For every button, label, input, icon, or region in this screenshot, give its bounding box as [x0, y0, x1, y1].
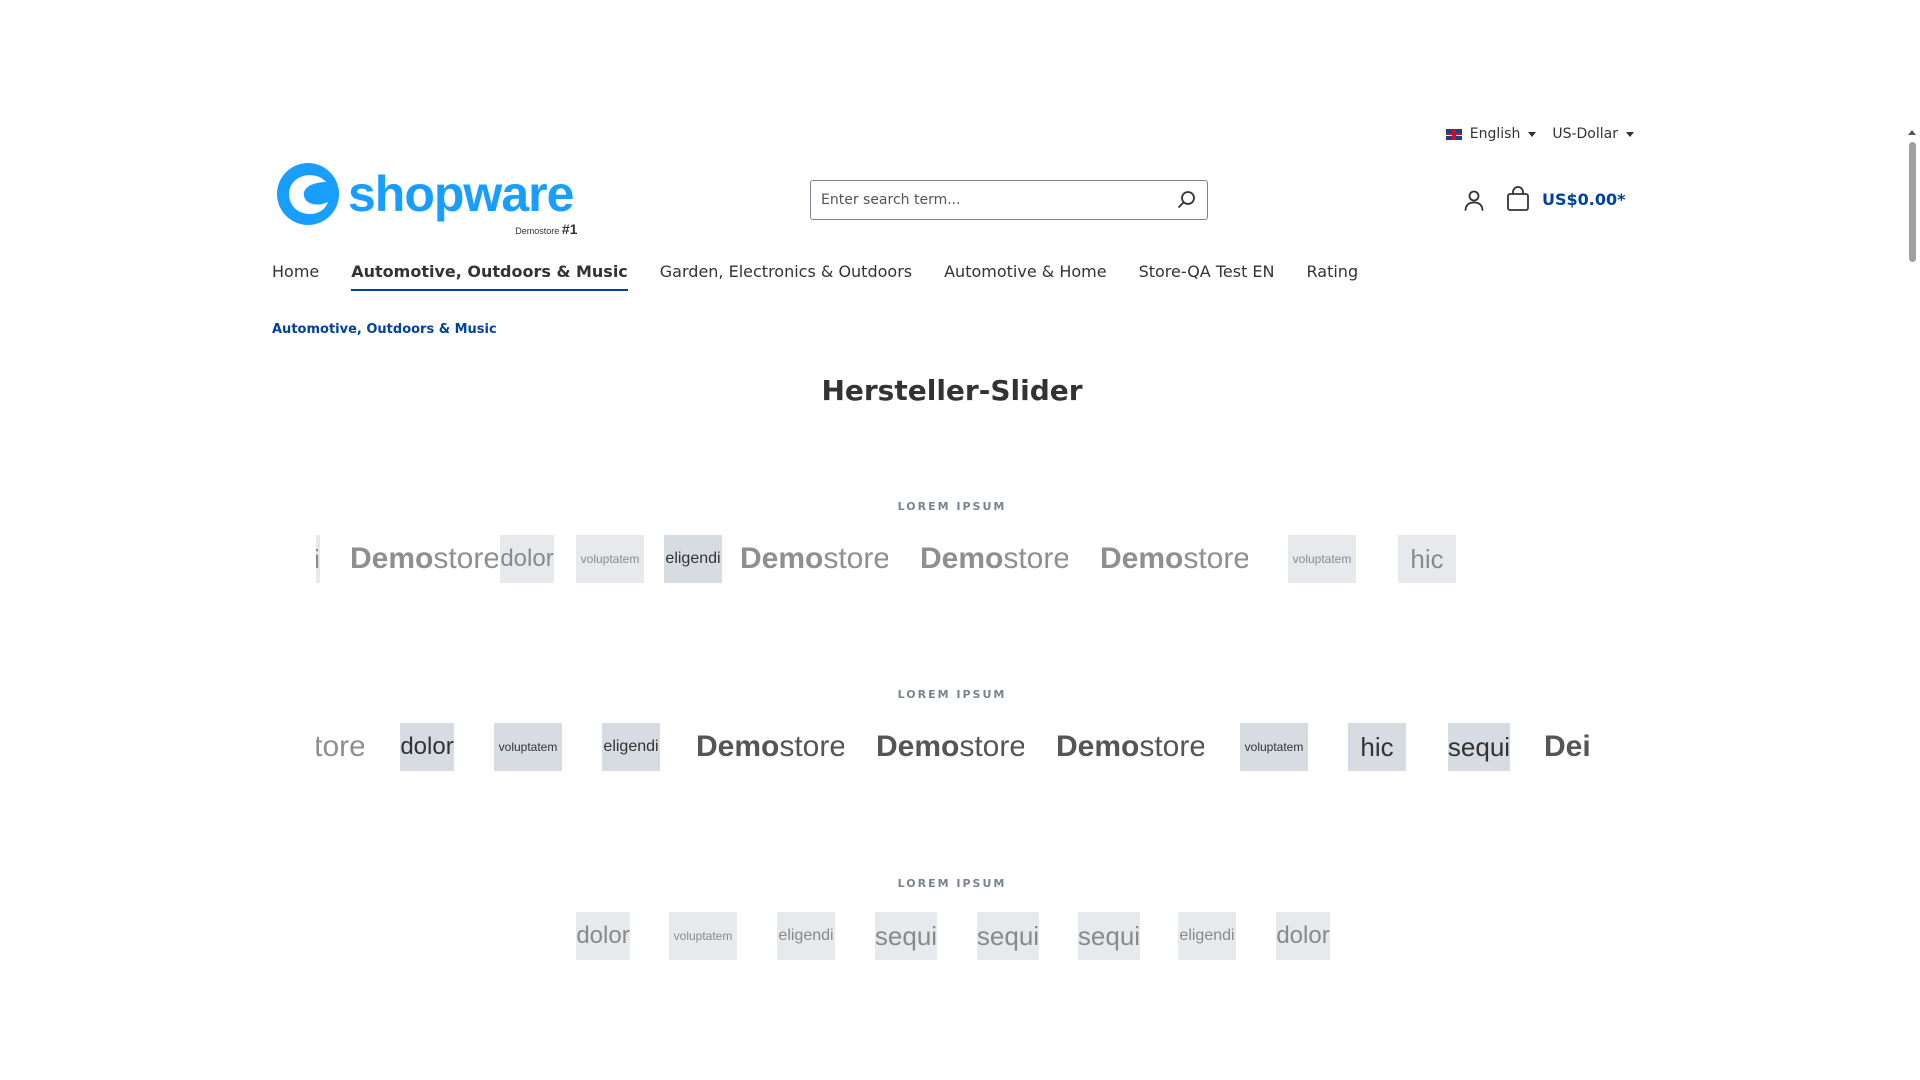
- page-scrollbar[interactable]: [1906, 130, 1918, 1080]
- manufacturer-logo[interactable]: Demostore: [352, 535, 498, 583]
- slider-title: LOREM IPSUM: [897, 877, 1007, 890]
- search-input[interactable]: [811, 181, 1167, 219]
- account-button[interactable]: [1462, 188, 1486, 212]
- manufacturer-slider-2: tore dolor voluptatem eligendi Demostore…: [316, 723, 1590, 771]
- manufacturer-logo[interactable]: Demostore: [698, 723, 844, 771]
- uk-flag-icon: [1445, 128, 1462, 140]
- logo-subtitle: Demostore: [515, 226, 560, 236]
- manufacturer-logo[interactable]: sequi: [977, 912, 1039, 960]
- logo-wordmark: shopware: [348, 166, 574, 222]
- manufacturer-logo[interactable]: dolor: [1276, 912, 1330, 960]
- manufacturer-logo[interactable]: dolor: [500, 535, 554, 583]
- cart-button[interactable]: US$0.00*: [1506, 186, 1626, 212]
- breadcrumb[interactable]: Automotive, Outdoors & Music: [272, 322, 497, 337]
- nav-item-automotive-home[interactable]: Automotive & Home: [944, 262, 1106, 291]
- logo-badge: #1: [561, 221, 578, 237]
- manufacturer-logo[interactable]: Demostore: [922, 535, 1068, 583]
- manufacturer-logo[interactable]: sequi: [1448, 723, 1510, 771]
- manufacturer-logo[interactable]: sequi: [1078, 912, 1140, 960]
- main-navigation: Home Automotive, Outdoors & Music Garden…: [272, 262, 1358, 291]
- manufacturer-logo[interactable]: eligendi: [602, 723, 660, 771]
- manufacturer-logo[interactable]: Demostore: [1058, 723, 1204, 771]
- nav-item-rating[interactable]: Rating: [1307, 262, 1359, 291]
- language-label: English: [1469, 126, 1521, 142]
- language-dropdown[interactable]: English: [1445, 126, 1537, 142]
- nav-item-home[interactable]: Home: [272, 262, 319, 291]
- search-icon: [1178, 191, 1195, 208]
- shopping-bag-icon: [1507, 186, 1529, 211]
- search-form: [810, 180, 1208, 220]
- scroll-up-arrow-icon[interactable]: [1908, 130, 1916, 135]
- top-bar: English US-Dollar: [1445, 126, 1634, 142]
- shop-logo[interactable]: shopware Demostore #1: [276, 162, 577, 237]
- chevron-down-icon: [1626, 131, 1634, 137]
- manufacturer-logo[interactable]: hic: [1348, 723, 1406, 771]
- manufacturer-logo[interactable]: i: [316, 535, 320, 583]
- nav-item-store-qa-test[interactable]: Store-QA Test EN: [1139, 262, 1275, 291]
- manufacturer-logo[interactable]: voluptatem: [1288, 535, 1356, 583]
- nav-item-garden-electronics-outdoors[interactable]: Garden, Electronics & Outdoors: [660, 262, 912, 291]
- manufacturer-logo[interactable]: voluptatem: [1240, 723, 1308, 771]
- manufacturer-logo[interactable]: eligendi: [664, 535, 722, 583]
- manufacturer-logo[interactable]: Demostore: [878, 723, 1024, 771]
- scrollbar-thumb[interactable]: [1909, 142, 1916, 262]
- manufacturer-logo[interactable]: hic: [1398, 535, 1456, 583]
- manufacturer-logo[interactable]: voluptatem: [576, 535, 644, 583]
- slider-title: LOREM IPSUM: [897, 688, 1007, 701]
- user-icon: [1464, 190, 1484, 211]
- manufacturer-logo[interactable]: eligendi: [777, 912, 835, 960]
- manufacturer-logo[interactable]: dolor: [576, 912, 630, 960]
- manufacturer-logo[interactable]: dolor: [400, 723, 454, 771]
- manufacturer-logo[interactable]: tore: [316, 723, 364, 771]
- page-title: Hersteller-Slider: [821, 374, 1083, 407]
- manufacturer-logo[interactable]: Demostore: [742, 535, 888, 583]
- manufacturer-logo[interactable]: voluptatem: [669, 912, 737, 960]
- manufacturer-logo[interactable]: sequi: [875, 912, 937, 960]
- slider-title: LOREM IPSUM: [897, 500, 1007, 513]
- chevron-down-icon: [1528, 131, 1537, 137]
- currency-label: US-Dollar: [1552, 126, 1618, 142]
- cart-total: US$0.00*: [1542, 189, 1626, 209]
- manufacturer-slider-1: i Demostore dolor voluptatem eligendi De…: [316, 535, 1590, 583]
- manufacturer-logo[interactable]: Demostore: [1102, 535, 1248, 583]
- manufacturer-logo[interactable]: Dei: [1544, 723, 1590, 771]
- shopware-logo-icon: [277, 163, 339, 225]
- nav-item-automotive-outdoors-music[interactable]: Automotive, Outdoors & Music: [351, 262, 628, 291]
- currency-dropdown[interactable]: US-Dollar: [1552, 126, 1634, 142]
- manufacturer-slider-3: dolor voluptatem eligendi sequi sequi se…: [316, 912, 1590, 960]
- manufacturer-logo[interactable]: voluptatem: [494, 723, 562, 771]
- manufacturer-logo[interactable]: eligendi: [1178, 912, 1236, 960]
- search-button[interactable]: [1167, 181, 1207, 219]
